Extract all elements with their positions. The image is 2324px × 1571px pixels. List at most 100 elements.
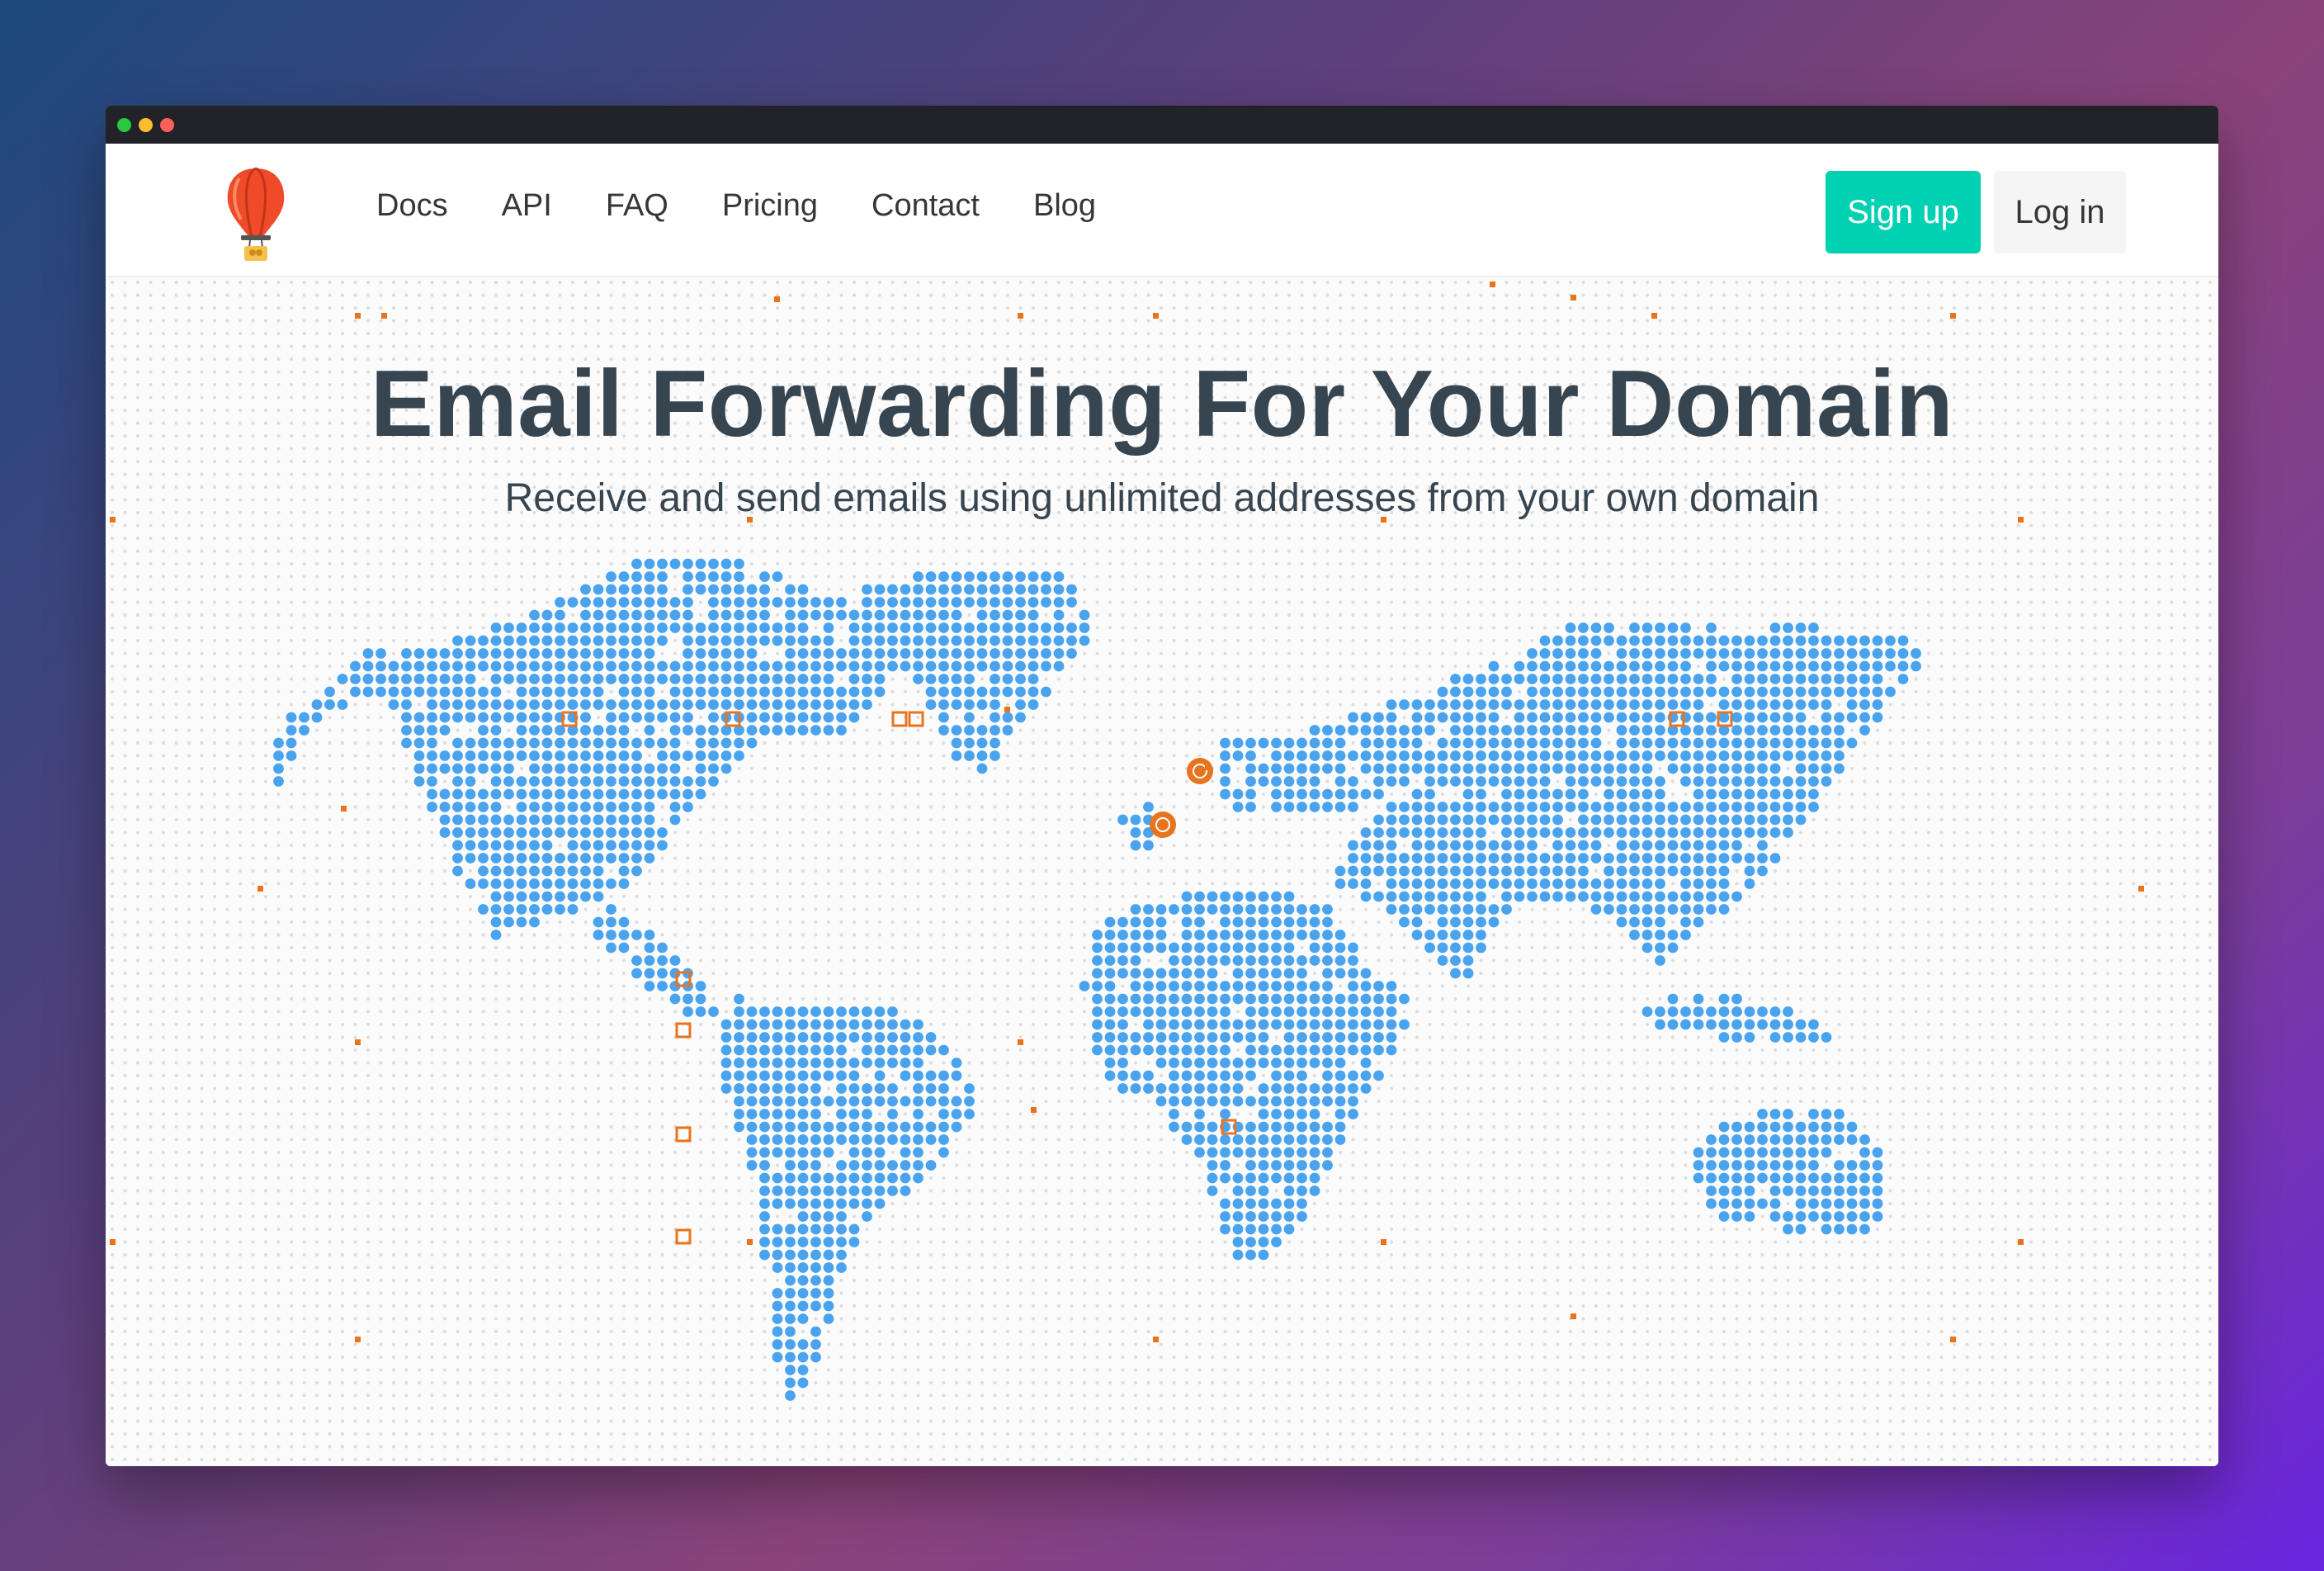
background-dot <box>1377 319 1381 323</box>
background-dot <box>2081 537 2084 540</box>
nav-link-blog[interactable]: Blog <box>1033 188 1096 232</box>
background-dot <box>379 344 383 348</box>
background-dot <box>955 460 958 463</box>
background-dot <box>1018 537 1023 540</box>
map-dot <box>1693 648 1704 659</box>
map-dot <box>1629 648 1640 659</box>
background-dot <box>801 306 805 310</box>
background-dot <box>481 332 485 335</box>
background-dot <box>430 332 434 335</box>
background-dot <box>597 523 600 528</box>
background-dot <box>1044 332 1048 335</box>
hot-air-balloon-icon[interactable] <box>223 165 289 263</box>
background-dot <box>622 460 626 463</box>
background-dot <box>1607 319 1611 323</box>
background-dot <box>1287 613 1291 617</box>
background-dot <box>1262 306 1265 310</box>
background-dot <box>1339 575 1342 579</box>
close-button[interactable] <box>160 118 174 132</box>
signup-button[interactable]: Sign up <box>1826 171 1981 253</box>
background-dot <box>469 549 472 553</box>
background-dot <box>456 600 460 604</box>
minimize-button[interactable] <box>139 118 153 132</box>
background-dot <box>1504 613 1509 617</box>
background-dot <box>648 460 651 463</box>
background-dot <box>1953 344 1956 348</box>
nav-link-faq[interactable]: FAQ <box>606 188 668 232</box>
background-dot <box>1684 319 1688 323</box>
background-dot <box>1018 319 1023 323</box>
background-dot <box>1953 600 1956 604</box>
background-dot <box>1607 460 1611 463</box>
background-dot <box>1581 600 1585 604</box>
background-dot <box>2170 537 2174 540</box>
background-dot <box>341 332 344 335</box>
background-dot <box>1594 562 1598 565</box>
background-dot <box>264 281 267 284</box>
background-dot <box>213 613 216 617</box>
background-dot <box>1876 344 1879 348</box>
background-dot <box>1939 575 1944 579</box>
background-dot <box>418 523 421 528</box>
background-dot <box>814 549 818 553</box>
background-dot <box>1006 319 1009 323</box>
background-dot <box>2093 575 2097 579</box>
background-dot <box>1223 613 1227 617</box>
nav-link-pricing[interactable]: Pricing <box>722 188 818 232</box>
map-dot <box>925 648 937 659</box>
background-dot <box>1364 293 1367 297</box>
background-dot <box>1786 281 1790 284</box>
background-dot <box>2119 344 2123 348</box>
background-dot <box>1467 537 1470 540</box>
background-dot <box>1441 281 1444 284</box>
background-dot <box>1850 588 1854 591</box>
background-dot <box>1402 626 1406 630</box>
background-dot <box>111 600 114 604</box>
background-dot <box>1146 639 1150 642</box>
background-dot <box>1044 562 1048 565</box>
background-dot <box>2055 651 2058 655</box>
background-dot <box>1197 537 1202 540</box>
nav-link-api[interactable]: API <box>502 188 552 232</box>
background-dot <box>1965 523 1969 528</box>
map-dot <box>720 597 732 608</box>
background-dot <box>1504 626 1509 630</box>
background-dot <box>1709 562 1713 565</box>
background-dot <box>149 575 153 579</box>
background-dot <box>1863 549 1867 553</box>
background-dot <box>1530 613 1534 617</box>
background-dot <box>1287 293 1291 297</box>
background-dot <box>1351 306 1355 310</box>
background-dot <box>750 319 753 323</box>
map-dot <box>1718 648 1730 659</box>
background-dot <box>1658 575 1662 579</box>
background-dot <box>725 306 728 310</box>
login-button[interactable]: Log in <box>1994 171 2126 253</box>
background-dot <box>776 613 779 617</box>
background-dot <box>546 281 549 284</box>
background-dot <box>1569 281 1572 284</box>
background-dot <box>264 600 267 604</box>
background-dot <box>1901 332 1905 335</box>
background-dot <box>2119 562 2123 565</box>
background-dot <box>686 460 690 463</box>
map-dot <box>1590 648 1602 659</box>
nav-link-contact[interactable]: Contact <box>872 188 980 232</box>
background-dot <box>1620 562 1623 565</box>
background-dot <box>162 639 165 642</box>
background-dot <box>1415 460 1419 463</box>
maximize-button[interactable] <box>117 118 131 132</box>
background-dot <box>507 588 511 591</box>
background-dot <box>2208 460 2212 463</box>
map-dot <box>759 635 770 646</box>
background-dot <box>532 523 536 528</box>
background-dot <box>1364 537 1367 540</box>
background-dot <box>1914 613 1918 617</box>
background-dot <box>443 639 446 642</box>
map-dot <box>964 571 975 582</box>
background-dot <box>1530 588 1534 591</box>
background-dot <box>149 588 153 591</box>
nav-link-docs[interactable]: Docs <box>376 188 448 232</box>
map-dot <box>1027 648 1039 659</box>
background-dot <box>1108 523 1112 528</box>
